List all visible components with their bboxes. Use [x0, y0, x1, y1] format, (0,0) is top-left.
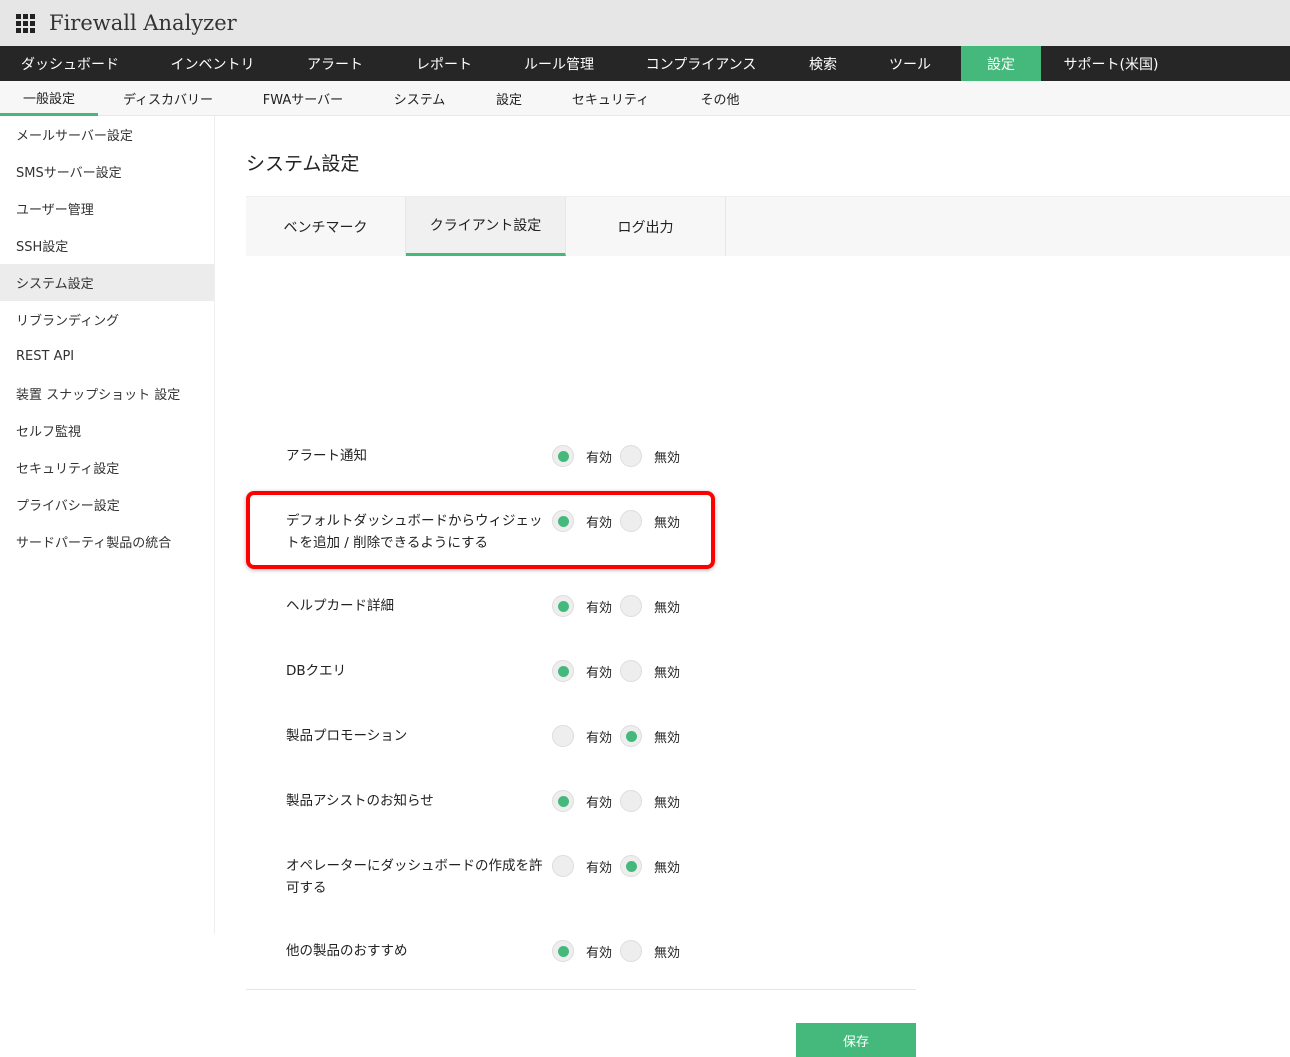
radio-group: 有効 無効 — [552, 940, 688, 962]
nav-item[interactable]: ダッシュボード — [0, 46, 140, 81]
sidebar-item[interactable]: システム設定 — [0, 264, 214, 301]
disable-label: 無効 — [654, 665, 681, 681]
subnav-item[interactable]: セキュリティ — [547, 81, 674, 116]
disable-label: 無効 — [654, 945, 681, 961]
nav-item[interactable]: 設定 — [961, 46, 1041, 81]
disable-label: 無効 — [654, 515, 681, 531]
enable-label: 有効 — [586, 515, 613, 531]
setting-label: 製品プロモーション — [286, 728, 408, 744]
setting-label: 製品アシストのお知らせ — [286, 793, 434, 809]
save-button[interactable]: 保存 — [796, 1023, 916, 1057]
radio-group: 有効 無効 — [552, 790, 688, 812]
divider — [246, 989, 916, 990]
sidebar-item[interactable]: メールサーバー設定 — [0, 116, 214, 153]
setting-label: 他の製品のおすすめ — [286, 943, 408, 959]
page-title: システム設定 — [246, 153, 360, 175]
setting-label: デフォルトダッシュボードからウィジェットを追加 / 削除できるようにする — [286, 513, 543, 551]
radio-group: 有効 無効 — [552, 855, 688, 877]
app-grid-icon[interactable] — [16, 13, 35, 33]
nav-item[interactable]: コンプライアンス — [615, 46, 787, 81]
enable-radio[interactable] — [552, 445, 574, 467]
enable-label: 有効 — [586, 730, 613, 746]
sidebar-item[interactable]: サードパーティ製品の統合 — [0, 523, 214, 560]
nav-item[interactable]: インベントリ — [140, 46, 285, 81]
radio-group: 有効 無効 — [552, 660, 688, 682]
radio-group: 有効 無効 — [552, 595, 688, 617]
sidebar-item[interactable]: REST API — [0, 338, 214, 375]
sidebar-item[interactable]: セキュリティ設定 — [0, 449, 214, 486]
subnav-item[interactable]: FWAサーバー — [238, 81, 368, 116]
app-title: Firewall Analyzer — [49, 11, 237, 35]
radio-group: 有効 無効 — [552, 725, 688, 747]
disable-label: 無効 — [654, 860, 681, 876]
sub-nav: 一般設定 ディスカバリー FWAサーバー システム 設定 セキュリティ その他 — [0, 81, 1290, 116]
enable-radio[interactable] — [552, 855, 574, 877]
disable-radio[interactable] — [620, 855, 642, 877]
enable-radio[interactable] — [552, 510, 574, 532]
tab[interactable]: ログ出力 — [566, 197, 726, 256]
enable-label: 有効 — [586, 665, 613, 681]
nav-item[interactable]: サポート(米国) — [1041, 46, 1181, 81]
disable-radio[interactable] — [620, 790, 642, 812]
setting-label: DBクエリ — [286, 663, 347, 679]
enable-radio[interactable] — [552, 940, 574, 962]
sidebar-item[interactable]: セルフ監視 — [0, 412, 214, 449]
tab[interactable]: クライアント設定 — [406, 197, 566, 256]
sidebar: メールサーバー設定 SMSサーバー設定 ユーザー管理 SSH設定 システム設定 リブランデ… — [0, 116, 215, 934]
tab[interactable]: ベンチマーク — [246, 197, 406, 256]
setting-label: オペレーターにダッシュボードの作成を許可する — [286, 858, 543, 896]
nav-item[interactable]: アラート — [285, 46, 385, 81]
sidebar-item[interactable]: リブランディング — [0, 301, 214, 338]
main-nav: ダッシュボード インベントリ アラート レポート ルール管理 コンプライアンス 検索 ツール設… — [0, 46, 1290, 81]
subnav-item[interactable]: 一般設定 — [0, 81, 98, 116]
disable-label: 無効 — [654, 600, 681, 616]
disable-radio[interactable] — [620, 725, 642, 747]
enable-radio[interactable] — [552, 725, 574, 747]
nav-item[interactable]: レポート — [385, 46, 503, 81]
enable-radio[interactable] — [552, 660, 574, 682]
sidebar-item[interactable]: 装置 スナップショット 設定 — [0, 375, 214, 412]
enable-radio[interactable] — [552, 595, 574, 617]
subnav-item[interactable]: システム — [368, 81, 471, 116]
enable-label: 有効 — [586, 860, 613, 876]
enable-label: 有効 — [586, 600, 613, 616]
disable-label: 無効 — [654, 795, 681, 811]
enable-label: 有効 — [586, 795, 613, 811]
subnav-item[interactable]: その他 — [674, 81, 766, 116]
enable-label: 有効 — [586, 945, 613, 961]
app-header: Firewall Analyzer — [0, 0, 1290, 46]
disable-radio[interactable] — [620, 940, 642, 962]
sidebar-item[interactable]: SMSサーバー設定 — [0, 153, 214, 190]
main-content: システム設定 ベンチマーク クライアント設定 ログ出力 保存 アラート通知 有効 無効デ… — [246, 116, 1290, 1057]
nav-item[interactable]: 検索 — [787, 46, 859, 81]
disable-radio[interactable] — [620, 510, 642, 532]
setting-label: アラート通知 — [286, 448, 367, 464]
sidebar-item[interactable]: プライバシー設定 — [0, 486, 214, 523]
settings-tabs: ベンチマーク クライアント設定 ログ出力 — [246, 196, 1290, 256]
disable-label: 無効 — [654, 730, 681, 746]
setting-label: ヘルプカード詳細 — [286, 598, 394, 614]
sidebar-item[interactable]: ユーザー管理 — [0, 190, 214, 227]
enable-label: 有効 — [586, 450, 613, 466]
subnav-item[interactable]: ディスカバリー — [98, 81, 238, 116]
enable-radio[interactable] — [552, 790, 574, 812]
radio-group: 有効 無効 — [552, 510, 688, 532]
disable-radio[interactable] — [620, 660, 642, 682]
disable-label: 無効 — [654, 450, 681, 466]
disable-radio[interactable] — [620, 445, 642, 467]
subnav-item[interactable]: 設定 — [471, 81, 547, 116]
disable-radio[interactable] — [620, 595, 642, 617]
nav-item[interactable]: ルール管理 — [503, 46, 615, 81]
radio-group: 有効 無効 — [552, 445, 688, 467]
sidebar-item[interactable]: SSH設定 — [0, 227, 214, 264]
nav-item[interactable]: ツール — [859, 46, 961, 81]
